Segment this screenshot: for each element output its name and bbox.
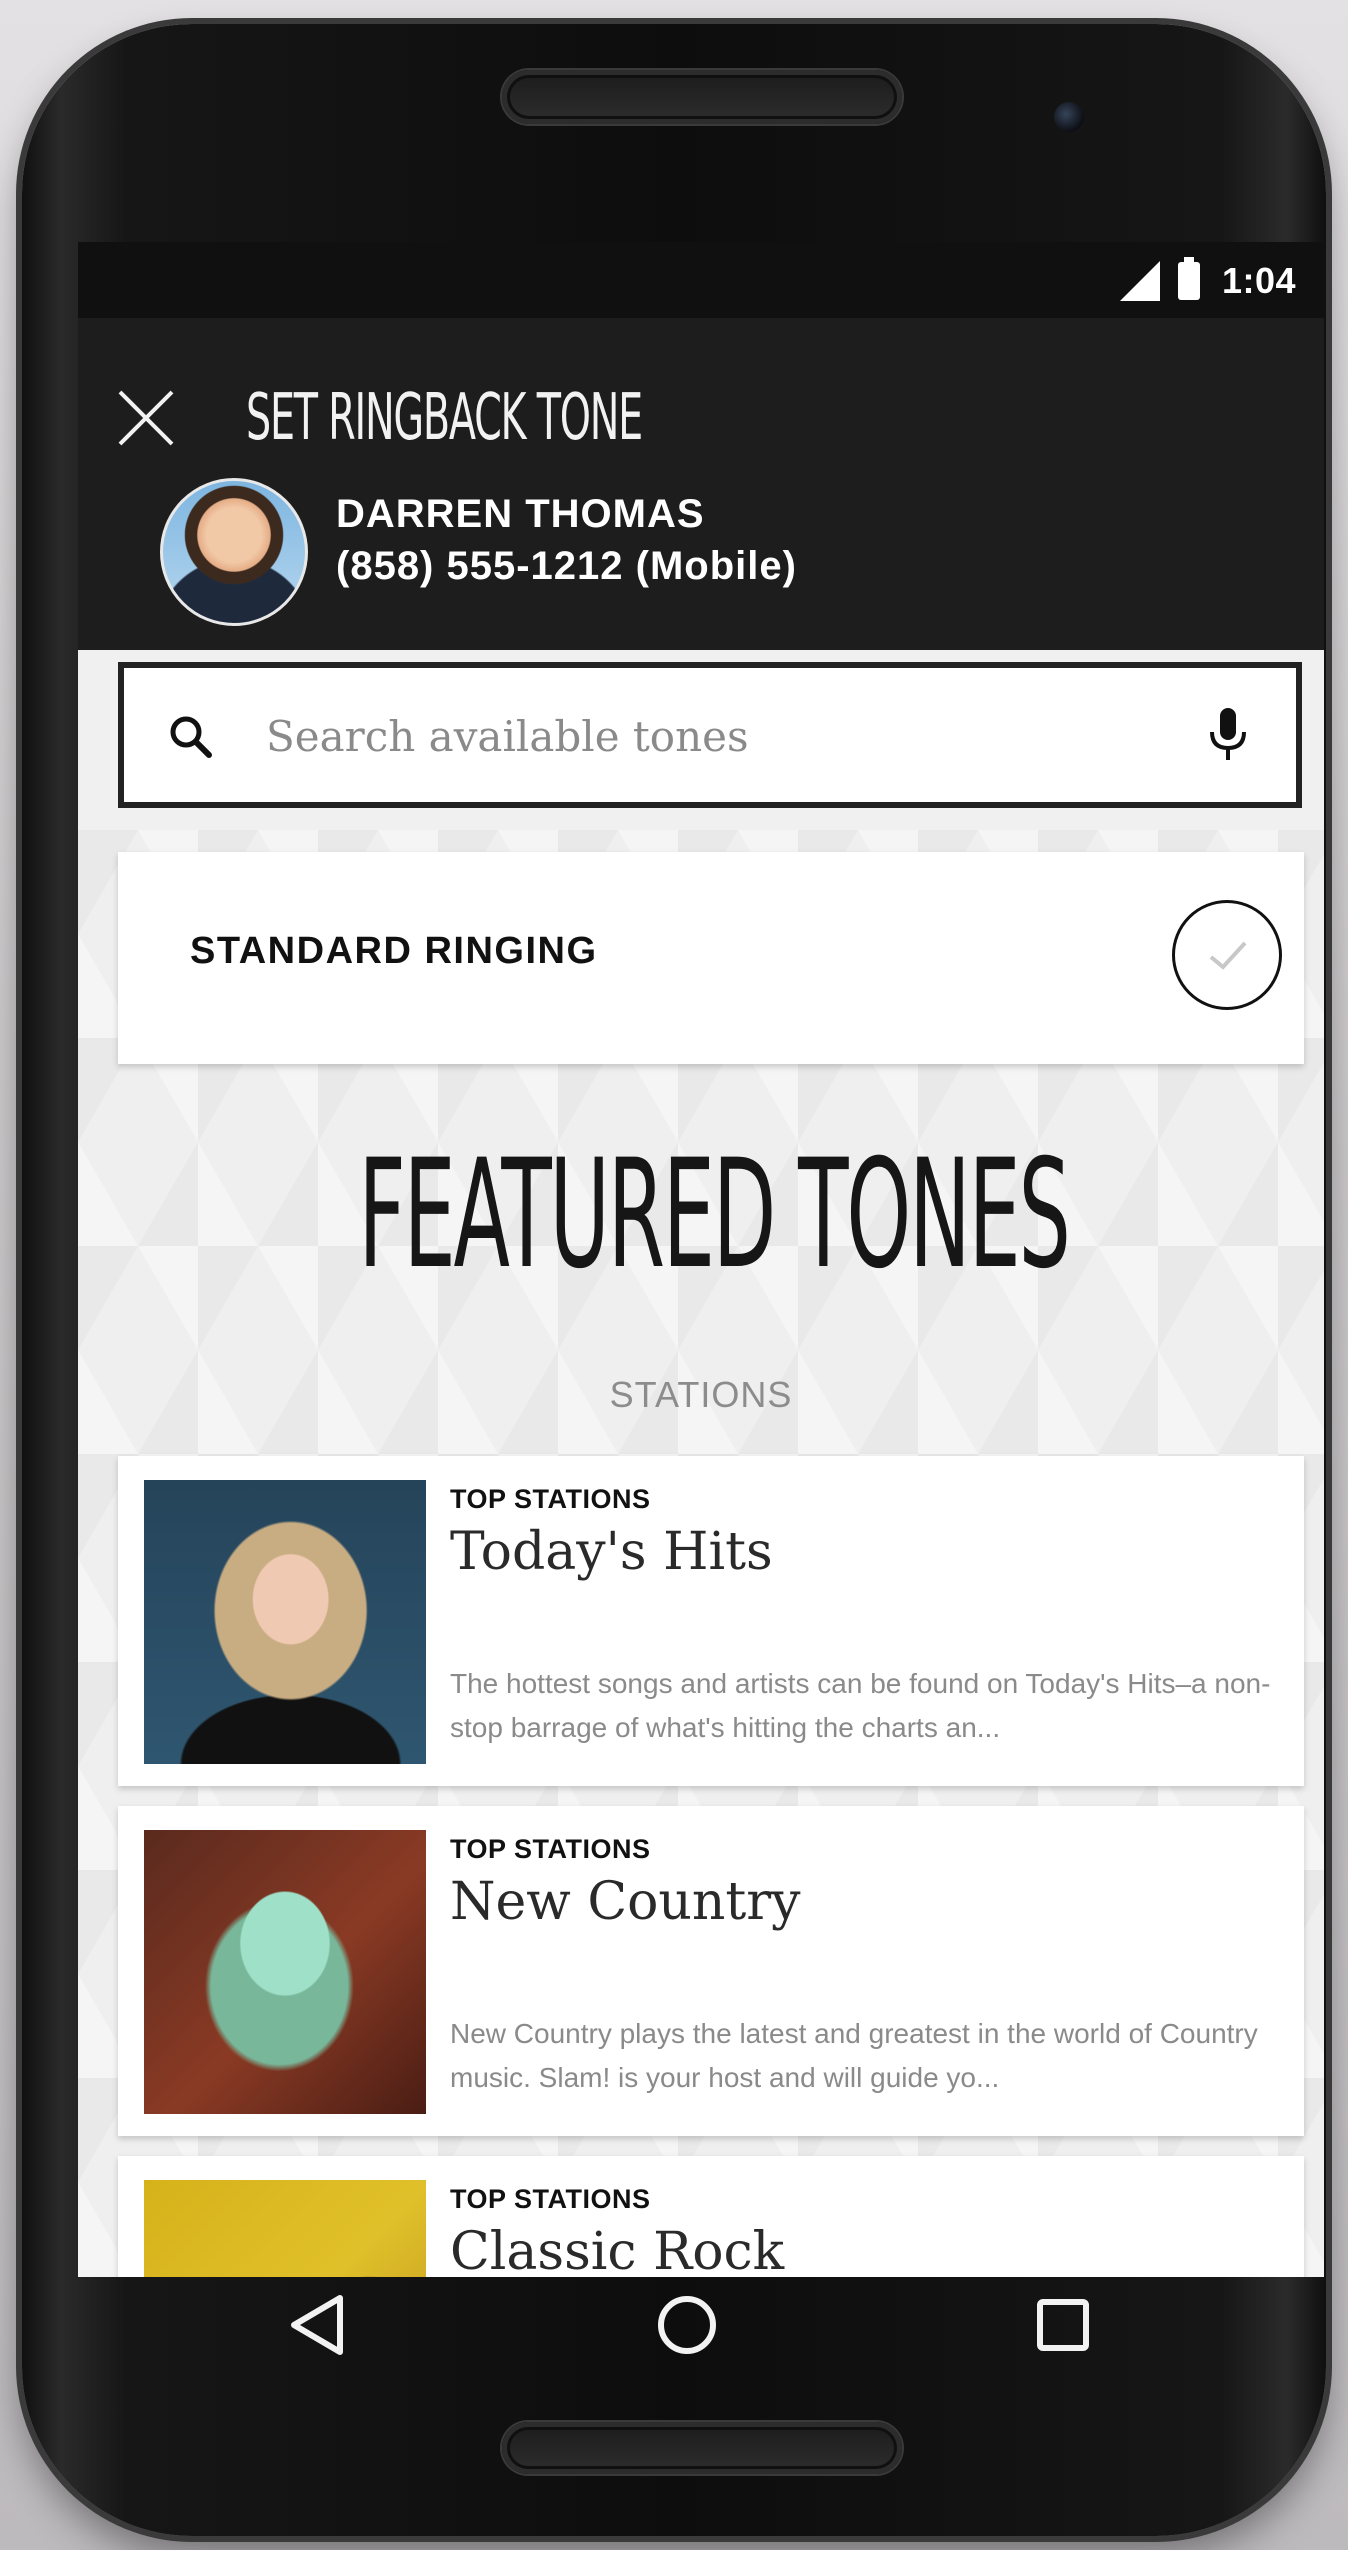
bottom-speaker [502,2422,902,2474]
page-title: SET RINGBACK TONE [246,381,643,455]
station-card-new-country[interactable]: TOP STATIONS New Country New Country pla… [118,1806,1304,2136]
contact-phone: (858) 555-1212 (Mobile) [336,544,797,588]
station-description: New Country plays the latest and greates… [450,2018,1258,2093]
search-icon [170,716,212,758]
standard-ringing-option[interactable]: STANDARD RINGING [118,852,1304,1064]
station-thumbnail [144,1830,426,2114]
recents-square-icon[interactable] [1028,2290,1098,2360]
phone-frame: 1:04 SET RINGBACK TONE DARREN THOMAS (85… [22,24,1326,2536]
featured-tones-heading: FEATURED TONES [358,1128,1071,1302]
station-name: New Country [450,1872,801,1932]
contact-name: DARREN THOMAS [336,492,705,536]
selected-check-button[interactable] [1172,900,1282,1010]
close-icon [118,390,174,446]
home-circle-icon[interactable] [652,2290,722,2360]
stations-section-label: STATIONS [609,1374,793,1415]
microphone-icon[interactable] [1206,706,1250,766]
station-category: TOP STATIONS [450,2184,651,2214]
station-card-todays-hits[interactable]: TOP STATIONS Today's Hits The hottest so… [118,1456,1304,1786]
screen: 1:04 SET RINGBACK TONE DARREN THOMAS (85… [78,242,1324,2277]
avatar [160,478,308,626]
standard-ringing-label: STANDARD RINGING [190,930,598,972]
station-thumbnail [144,1480,426,1764]
checkmark-icon [1209,941,1247,970]
search-bar [118,662,1302,808]
back-triangle-icon[interactable] [282,2290,352,2360]
station-name: Today's Hits [450,1522,773,1582]
app-header: SET RINGBACK TONE DARREN THOMAS (858) 55… [78,318,1324,650]
station-category: TOP STATIONS [450,1484,651,1514]
tone-list: STANDARD RINGING FEATURED TONES STATIONS… [78,830,1324,2277]
front-camera [1054,102,1084,132]
earpiece-speaker [502,70,902,124]
station-name: Classic Rock [450,2222,785,2277]
station-thumbnail [144,2180,426,2277]
status-time: 1:04 [1221,260,1296,301]
station-description: The hottest songs and artists can be fou… [450,1668,1271,1743]
search-input[interactable] [264,694,1128,778]
battery-icon [1177,257,1200,300]
status-icons: 1:04 [1119,257,1296,302]
station-category: TOP STATIONS [450,1834,651,1864]
station-card-classic-rock[interactable]: TOP STATIONS Classic Rock [118,2156,1304,2277]
close-button[interactable] [106,378,186,458]
signal-icon [1119,261,1160,301]
status-bar: 1:04 [78,242,1324,318]
